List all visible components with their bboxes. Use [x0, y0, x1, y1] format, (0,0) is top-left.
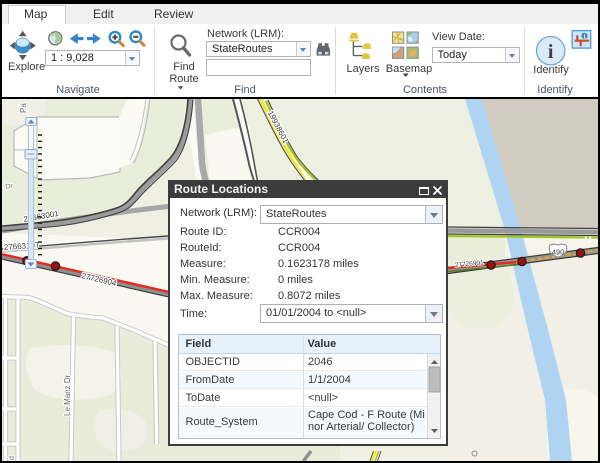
svg-text:i: i — [548, 41, 554, 63]
svg-text:Pa: Pa — [19, 103, 28, 113]
svg-text:Le Manz Dr: Le Manz Dr — [63, 374, 72, 416]
svg-text:d: d — [9, 456, 16, 460]
svg-text:490: 490 — [552, 248, 565, 257]
